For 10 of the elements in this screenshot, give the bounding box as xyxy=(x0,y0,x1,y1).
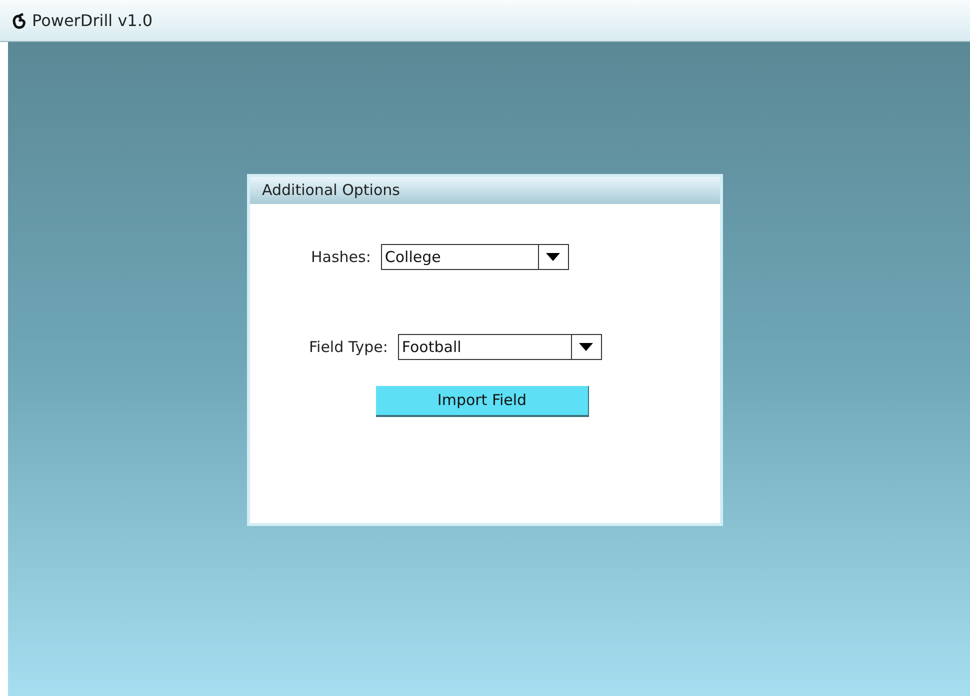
dialog-title: Additional Options xyxy=(250,177,720,204)
dropdown[interactable]: College xyxy=(380,244,569,270)
dropdown-arrow-icon xyxy=(546,253,560,261)
import-field-button[interactable]: Import Field xyxy=(376,386,589,417)
dropdown-arrow-icon xyxy=(579,343,594,351)
field-label: Field Type: xyxy=(309,336,388,358)
app-logo-icon xyxy=(12,12,26,28)
window-title: PowerDrill v1.0 xyxy=(32,10,153,32)
field-label: Hashes: xyxy=(311,246,371,268)
dropdown[interactable]: Football xyxy=(398,334,602,360)
